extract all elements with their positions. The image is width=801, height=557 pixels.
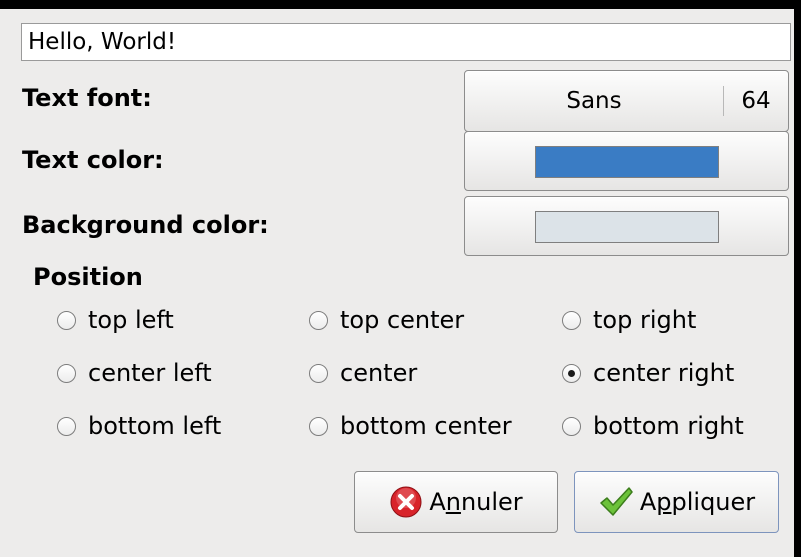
radio-label: bottom left xyxy=(88,412,222,440)
text-color-button[interactable] xyxy=(464,131,789,191)
radio-indicator xyxy=(562,310,581,330)
radio-top-center[interactable]: top center xyxy=(309,305,464,335)
text-color-swatch xyxy=(535,146,719,178)
font-size-value: 64 xyxy=(741,88,771,114)
apply-button[interactable]: Appliquer xyxy=(574,471,779,533)
background-color-swatch xyxy=(535,211,719,243)
text-color-label: Text color: xyxy=(22,146,164,174)
radio-indicator xyxy=(309,363,328,383)
radio-label: center right xyxy=(593,359,735,387)
radio-center[interactable]: center xyxy=(309,358,417,388)
radio-indicator xyxy=(562,363,581,383)
background-color-label: Background color: xyxy=(22,211,269,239)
text-input[interactable] xyxy=(21,23,791,61)
radio-label: bottom right xyxy=(593,412,744,440)
font-family-name: Sans xyxy=(566,88,622,114)
radio-label: bottom center xyxy=(340,412,512,440)
radio-indicator xyxy=(562,416,581,436)
cancel-button[interactable]: Annuler xyxy=(354,471,558,533)
apply-button-label: Appliquer xyxy=(639,488,756,516)
radio-indicator xyxy=(57,416,76,436)
position-section-title: Position xyxy=(33,263,143,291)
radio-label: center left xyxy=(88,359,212,387)
radio-top-left[interactable]: top left xyxy=(57,305,174,335)
dialog: Text font: Sans 64 Text color: Backgroun… xyxy=(0,9,794,557)
font-chooser-button[interactable]: Sans 64 xyxy=(464,70,789,132)
radio-indicator xyxy=(57,363,76,383)
radio-center-left[interactable]: center left xyxy=(57,358,212,388)
text-font-label: Text font: xyxy=(22,84,152,112)
radio-label: top center xyxy=(340,306,465,334)
radio-label: top left xyxy=(88,306,174,334)
radio-label: center xyxy=(340,359,418,387)
cancel-button-label: Annuler xyxy=(429,488,523,516)
cancel-x-icon xyxy=(389,485,423,519)
radio-indicator xyxy=(309,310,328,330)
radio-top-right[interactable]: top right xyxy=(562,305,696,335)
radio-indicator xyxy=(309,416,328,436)
radio-indicator xyxy=(57,310,76,330)
radio-bottom-center[interactable]: bottom center xyxy=(309,411,512,441)
radio-center-right[interactable]: center right xyxy=(562,358,734,388)
radio-label: top right xyxy=(593,306,697,334)
radio-bottom-right[interactable]: bottom right xyxy=(562,411,744,441)
radio-bottom-left[interactable]: bottom left xyxy=(57,411,221,441)
checkmark-icon xyxy=(598,485,634,519)
background-color-button[interactable] xyxy=(464,196,789,256)
